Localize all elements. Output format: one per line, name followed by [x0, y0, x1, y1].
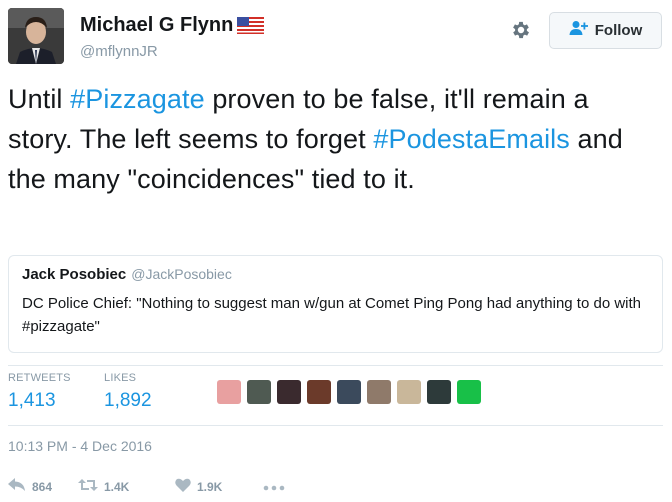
liker-avatar-7[interactable] [397, 380, 421, 404]
retweets-count: 1,413 [8, 390, 56, 411]
tweet-text-segment: Until [8, 84, 71, 114]
hashtag-link[interactable]: #PodestaEmails [373, 124, 570, 154]
us-flag-icon [237, 17, 265, 34]
like-count: 1.9K [197, 480, 223, 494]
quoted-tweet-text: DC Police Chief: "Nothing to suggest man… [22, 295, 642, 335]
liker-avatar-5[interactable] [337, 380, 361, 404]
retweet-icon [78, 478, 98, 497]
quoted-tweet[interactable]: Jack Posobiec @JackPosobiec DC Police Ch… [8, 255, 663, 353]
tweet-timestamp[interactable]: 10:13 PM - 4 Dec 2016 [8, 438, 152, 454]
more-icon [263, 478, 285, 496]
author-avatar[interactable] [8, 8, 64, 64]
likes-label: LIKES [104, 372, 137, 384]
likes-count: 1,892 [104, 390, 152, 411]
follow-button[interactable]: Follow [549, 12, 662, 49]
author-display-name[interactable]: Michael G Flynn [80, 14, 233, 37]
liker-avatars [217, 380, 481, 404]
gear-icon[interactable] [510, 19, 532, 41]
heart-icon [175, 478, 191, 497]
liker-avatar-6[interactable] [367, 380, 391, 404]
divider [8, 425, 663, 426]
reply-icon [8, 477, 26, 497]
quoted-author-name: Jack Posobiec [22, 266, 127, 283]
add-user-icon [569, 20, 589, 41]
retweet-button[interactable]: 1.4K [78, 478, 175, 497]
liker-avatar-2[interactable] [247, 380, 271, 404]
liker-avatar-9[interactable] [457, 380, 481, 404]
retweets-stat[interactable]: RETWEETS 1,413 [8, 372, 71, 412]
follow-label: Follow [594, 22, 643, 39]
likes-stat[interactable]: LIKES 1,892 [104, 372, 152, 412]
retweets-label: RETWEETS [8, 372, 71, 384]
liker-avatar-8[interactable] [427, 380, 451, 404]
more-options-button[interactable] [263, 478, 285, 496]
liker-avatar-1[interactable] [217, 380, 241, 404]
reply-count: 864 [32, 480, 53, 494]
liker-avatar-4[interactable] [307, 380, 331, 404]
author-handle[interactable]: @mflynnJR [80, 43, 158, 60]
liker-avatar-3[interactable] [277, 380, 301, 404]
quoted-author-handle: @JackPosobiec [131, 266, 232, 282]
hashtag-link[interactable]: #Pizzagate [70, 84, 205, 114]
retweet-count: 1.4K [104, 480, 130, 494]
divider [8, 365, 663, 366]
like-button[interactable]: 1.9K [175, 478, 263, 497]
tweet-text: Until #Pizzagate proven to be false, it'… [8, 79, 658, 199]
tweet-actions: 864 1.4K 1.9K [8, 477, 285, 497]
reply-button[interactable]: 864 [8, 477, 78, 497]
